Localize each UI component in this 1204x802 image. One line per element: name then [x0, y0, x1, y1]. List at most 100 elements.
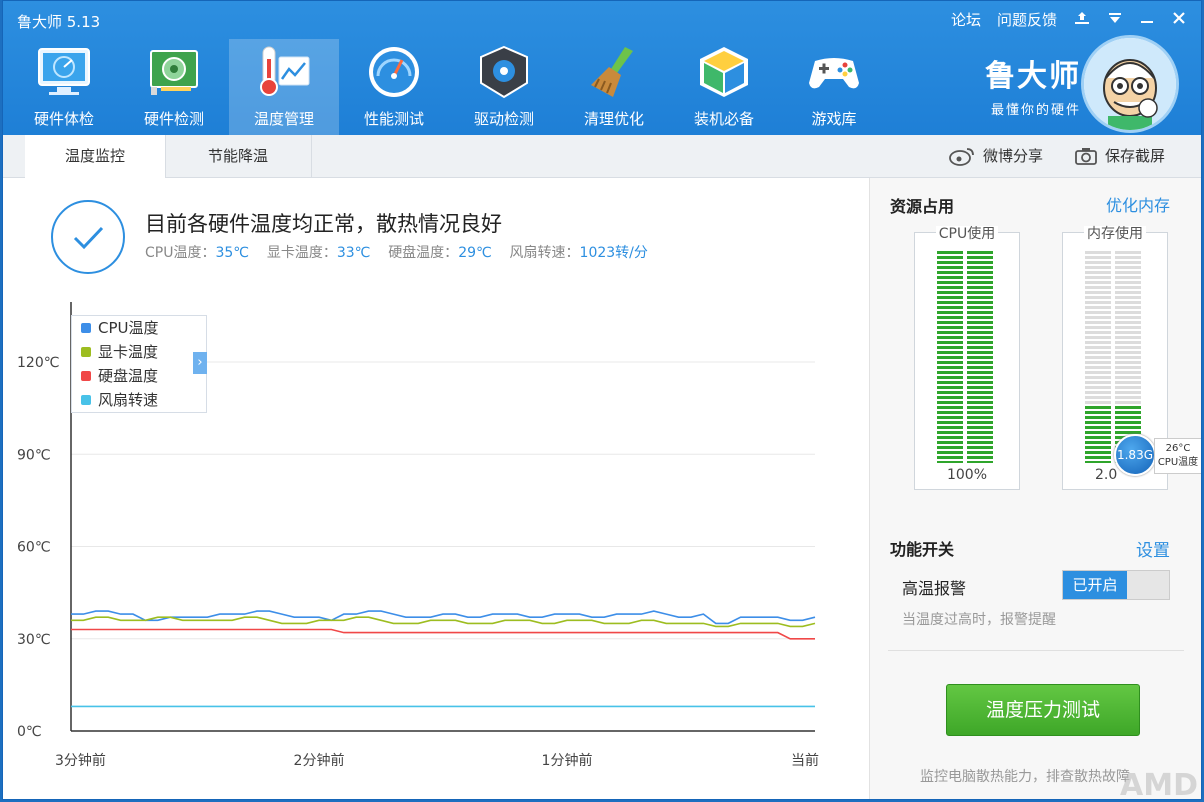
memory-usage-fill	[1085, 405, 1111, 463]
legend-collapse-button[interactable]: ›	[193, 352, 207, 374]
legend-item-disk[interactable]: 硬盘温度	[72, 364, 206, 388]
high-temp-alarm-label: 高温报警	[902, 579, 967, 598]
nav-performance-test[interactable]: 性能测试	[339, 39, 449, 135]
nav-driver-detect[interactable]: 驱动检测	[449, 39, 559, 135]
nav-label: 温度管理	[253, 110, 314, 128]
nav-cleanup[interactable]: 清理优化	[559, 39, 669, 135]
nav-game-library[interactable]: 游戏库	[779, 39, 889, 135]
legend-item-fan[interactable]: 风扇转速	[72, 388, 206, 412]
disk-temp-label: 硬盘温度：	[388, 245, 459, 261]
nav-label: 性能测试	[363, 110, 424, 128]
camera-icon	[1075, 148, 1097, 165]
mascot-avatar[interactable]	[1081, 35, 1179, 133]
gpu-temp-label: 显卡温度：	[266, 245, 337, 261]
alarm-note: 当温度过高时，报警提醒	[902, 612, 1056, 628]
stress-test-note: 监控电脑散热能力，排查散热故障	[920, 769, 1130, 785]
nav-label: 装机必备	[693, 110, 754, 128]
nav-label: 清理优化	[583, 110, 644, 128]
feedback-link[interactable]: 问题反馈	[997, 9, 1057, 30]
toggle-state: 已开启	[1063, 571, 1127, 599]
divider	[888, 650, 1184, 651]
nav-label: 硬件体检	[33, 110, 94, 128]
y-tick-label: 90℃	[17, 447, 51, 463]
weibo-share-button[interactable]: 微博分享	[949, 135, 1043, 177]
settings-link[interactable]: 设置	[1136, 536, 1170, 561]
nav-label: 游戏库	[811, 110, 857, 128]
y-tick-label: 30℃	[17, 632, 51, 648]
nav-essentials[interactable]: 装机必备	[669, 39, 779, 135]
tab-temperature-monitor[interactable]: 温度监控	[25, 135, 166, 178]
save-screenshot-button[interactable]: 保存截屏	[1075, 135, 1165, 177]
thermometer-icon	[260, 46, 310, 96]
series-line-硬盘温度	[71, 628, 815, 640]
cpu-usage-label: CPU使用	[935, 226, 999, 242]
nav-hardware-detect[interactable]: 硬件检测	[119, 39, 229, 135]
temperature-monitor-panel: 目前各硬件温度均正常，散热情况良好 CPU温度：35℃ 显卡温度：33℃ 硬盘温…	[3, 178, 868, 799]
fan-speed-label: 风扇转速：	[509, 245, 580, 261]
series-line-显卡温度	[71, 616, 816, 628]
x-tick-label: 2分钟前	[294, 752, 345, 769]
cpu-usage-value: 100%	[946, 467, 988, 483]
brand-slogan: 最懂你的硬件	[990, 103, 1081, 118]
functions-title: 功能开关	[890, 540, 955, 559]
save-screenshot-label: 保存截屏	[1105, 147, 1166, 165]
y-tick-label: 120℃	[17, 355, 59, 371]
menu-icon[interactable]	[1107, 10, 1123, 29]
status-message: 目前各硬件温度均正常，散热情况良好	[145, 212, 502, 236]
chart-legend: CPU温度 显卡温度 硬盘温度 风扇转速	[71, 315, 207, 413]
nav-temperature-management[interactable]: 温度管理	[229, 39, 339, 135]
nav-label: 硬件检测	[143, 110, 204, 128]
temperature-readings: CPU温度：35℃ 显卡温度：33℃ 硬盘温度：29℃ 风扇转速：1023转/分	[145, 242, 648, 262]
legend-item-gpu[interactable]: 显卡温度	[72, 340, 206, 364]
top-links: 论坛 问题反馈	[951, 9, 1187, 30]
nav-label: 驱动检测	[473, 110, 534, 128]
fan-speed-value: 1023转/分	[579, 245, 648, 261]
gamepad-icon	[809, 58, 859, 89]
tab-energy-saving[interactable]: 节能降温	[165, 135, 312, 178]
gear-drive-icon	[480, 45, 528, 99]
monitor-icon	[38, 48, 90, 95]
close-icon[interactable]	[1171, 10, 1187, 29]
speedometer-icon	[369, 47, 419, 97]
y-tick-label: 0℃	[17, 724, 42, 740]
weibo-share-label: 微博分享	[983, 147, 1044, 165]
x-tick-label: 当前	[791, 752, 819, 769]
resources-title: 资源占用	[890, 197, 955, 216]
memory-float-ball[interactable]: 1.83G	[1114, 434, 1156, 476]
x-tick-label: 3分钟前	[55, 752, 106, 769]
main-nav: 硬件体检 硬件检测 温度管理 性能测试 驱动检测 清理优化 装机必备 游戏库	[9, 39, 889, 135]
disk-temp-value: 29℃	[458, 245, 492, 261]
series-line-CPU温度	[71, 610, 816, 625]
amd-watermark: AMD	[1120, 768, 1198, 800]
legend-item-cpu[interactable]: CPU温度	[72, 316, 206, 340]
cpu-temp-label: CPU温度：	[145, 245, 216, 261]
cpu-temp-value: 35℃	[215, 245, 250, 261]
high-temp-alarm-toggle[interactable]: 已开启	[1062, 570, 1170, 600]
weibo-icon	[949, 148, 974, 166]
nav-hardware-checkup[interactable]: 硬件体检	[9, 39, 119, 135]
temperature-stress-test-button[interactable]: 温度压力测试	[946, 684, 1140, 736]
forum-link[interactable]: 论坛	[951, 9, 981, 30]
cpu-usage-meter: CPU使用 100%	[914, 226, 1020, 490]
skin-icon[interactable]	[1073, 10, 1091, 29]
brand: 鲁大师 最懂你的硬件	[985, 51, 1081, 118]
brand-name: 鲁大师	[985, 59, 1081, 94]
memory-usage-label: 内存使用	[1084, 226, 1146, 242]
header: 鲁大师 5.13 论坛 问题反馈 硬件体检 硬件检测 温度管理 性能测试 驱动检…	[3, 1, 1201, 135]
cpu-usage-fill	[937, 251, 963, 463]
broom-icon	[591, 47, 633, 97]
hardware-board-icon	[150, 50, 198, 95]
optimize-memory-link[interactable]: 优化内存	[1106, 192, 1170, 216]
gpu-temp-value: 33℃	[336, 245, 371, 261]
y-tick-label: 60℃	[17, 540, 51, 556]
minimize-icon[interactable]	[1139, 10, 1155, 29]
x-tick-label: 1分钟前	[542, 752, 593, 769]
tab-bar: 温度监控 节能降温 微博分享 保存截屏	[3, 135, 1201, 178]
box-icon	[700, 47, 748, 97]
status-check-icon	[51, 200, 125, 274]
app-title: 鲁大师 5.13	[17, 13, 101, 31]
side-panel: 资源占用 优化内存 CPU使用 100% 内存使用 2.0 1.83G 26°C…	[869, 178, 1201, 800]
cpu-temp-tooltip: 26°C CPU温度	[1154, 438, 1201, 474]
tooltip-label: CPU温度	[1157, 457, 1199, 468]
temperature-chart: 0℃ 30℃ 60℃ 90℃ 120℃ 3分钟前 2分钟前 1分钟前 当前	[17, 302, 819, 769]
